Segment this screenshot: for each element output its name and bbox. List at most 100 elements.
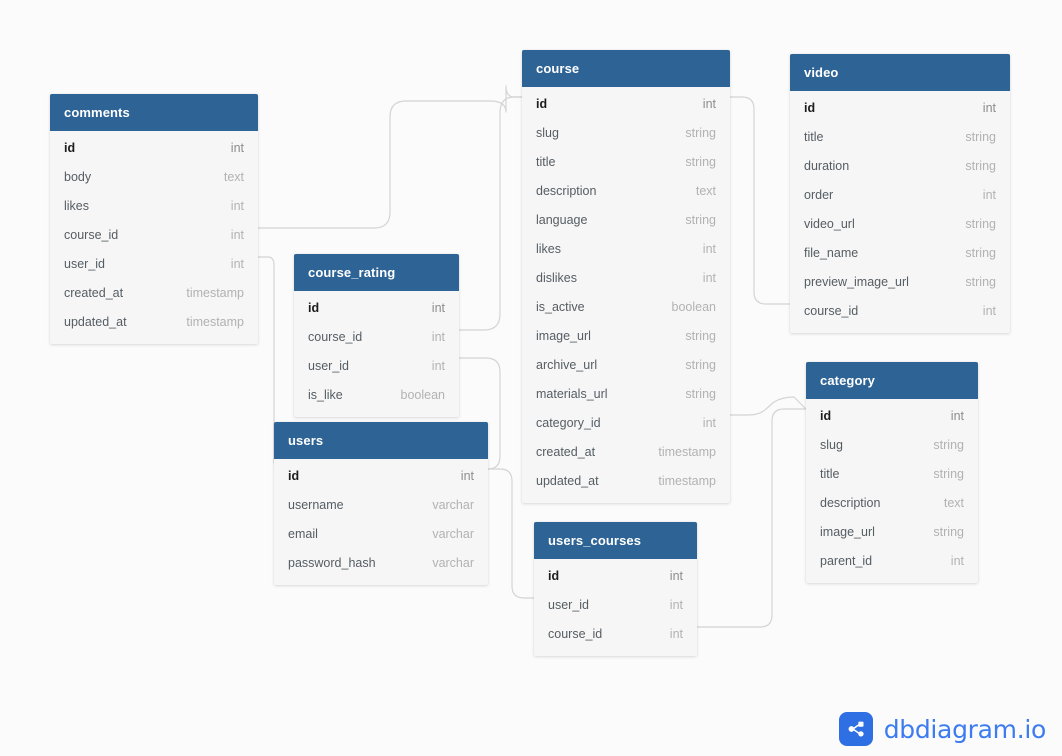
field-row[interactable]: parent_id int <box>806 546 978 575</box>
field-name: likes <box>64 198 90 213</box>
table-header-users_courses[interactable]: users_courses <box>534 522 697 559</box>
table-fields-users: id int username varchar email varchar password… <box>274 459 488 585</box>
table-header-category[interactable]: category <box>806 362 978 399</box>
field-row[interactable]: likes int <box>522 234 730 263</box>
field-type: string <box>965 216 996 231</box>
field-type: varchar <box>432 526 474 541</box>
field-type: int <box>230 227 244 242</box>
field-type: int <box>982 303 996 318</box>
field-row[interactable]: username varchar <box>274 490 488 519</box>
field-name: language <box>536 212 588 227</box>
dbdiagram-brand[interactable]: dbdiagram.io <box>838 712 1046 746</box>
table-header-video[interactable]: video <box>790 54 1010 91</box>
field-row[interactable]: likes int <box>50 191 258 220</box>
field-name: user_id <box>64 256 105 271</box>
field-row[interactable]: id int <box>294 293 459 322</box>
field-name: is_like <box>308 387 343 402</box>
table-header-course_rating[interactable]: course_rating <box>294 254 459 291</box>
table-header-comments[interactable]: comments <box>50 94 258 131</box>
table-fields-video: id int title string duration string order int vi… <box>790 91 1010 333</box>
field-row[interactable]: dislikes int <box>522 263 730 292</box>
field-type: int <box>230 256 244 271</box>
field-row[interactable]: body text <box>50 162 258 191</box>
field-row[interactable]: updated_at timestamp <box>522 466 730 495</box>
field-row[interactable]: created_at timestamp <box>522 437 730 466</box>
field-row[interactable]: id int <box>274 461 488 490</box>
field-row[interactable]: is_active boolean <box>522 292 730 321</box>
field-type: string <box>965 129 996 144</box>
field-row[interactable]: order int <box>790 180 1010 209</box>
field-type: string <box>965 274 996 289</box>
field-row[interactable]: created_at timestamp <box>50 278 258 307</box>
field-name: id <box>288 468 300 483</box>
field-row[interactable]: preview_image_url string <box>790 267 1010 296</box>
field-row[interactable]: id int <box>50 133 258 162</box>
table-users_courses[interactable]: users_courses id int user_id int course_id int <box>534 522 697 656</box>
field-row[interactable]: file_name string <box>790 238 1010 267</box>
field-row[interactable]: description text <box>806 488 978 517</box>
field-type: string <box>685 328 716 343</box>
field-name: course_id <box>308 329 363 344</box>
field-row[interactable]: duration string <box>790 151 1010 180</box>
field-name: id <box>820 408 832 423</box>
table-fields-course_rating: id int course_id int user_id int is_like boolea… <box>294 291 459 417</box>
field-row[interactable]: course_id int <box>790 296 1010 325</box>
field-row[interactable]: email varchar <box>274 519 488 548</box>
field-name: archive_url <box>536 357 598 372</box>
field-row[interactable]: description text <box>522 176 730 205</box>
field-row[interactable]: course_id int <box>50 220 258 249</box>
table-video[interactable]: video id int title string duration string order… <box>790 54 1010 333</box>
field-row[interactable]: video_url string <box>790 209 1010 238</box>
diagram-canvas[interactable]: comments id int body text likes int course_id in… <box>0 0 1062 756</box>
field-name: course_id <box>548 626 603 641</box>
field-type: int <box>702 270 716 285</box>
field-row[interactable]: image_url string <box>806 517 978 546</box>
field-type: boolean <box>671 299 717 314</box>
field-type: int <box>669 597 683 612</box>
field-row[interactable]: updated_at timestamp <box>50 307 258 336</box>
field-row[interactable]: course_id int <box>534 619 697 648</box>
field-row[interactable]: title string <box>790 122 1010 151</box>
field-row[interactable]: password_hash varchar <box>274 548 488 577</box>
field-name: id <box>308 300 320 315</box>
field-row[interactable]: title string <box>522 147 730 176</box>
field-type: int <box>669 568 683 583</box>
field-name: slug <box>820 437 843 452</box>
relationship-edge <box>257 85 523 229</box>
relationship-edge <box>729 96 791 305</box>
table-comments[interactable]: comments id int body text likes int course_id in… <box>50 94 258 344</box>
field-row[interactable]: user_id int <box>50 249 258 278</box>
table-course_rating[interactable]: course_rating id int course_id int user_id int… <box>294 254 459 417</box>
field-row[interactable]: id int <box>790 93 1010 122</box>
field-row[interactable]: slug string <box>522 118 730 147</box>
field-type: varchar <box>432 497 474 512</box>
field-row[interactable]: id int <box>534 561 697 590</box>
field-row[interactable]: id int <box>522 89 730 118</box>
field-type: boolean <box>400 387 446 402</box>
field-row[interactable]: course_id int <box>294 322 459 351</box>
field-row[interactable]: image_url string <box>522 321 730 350</box>
field-row[interactable]: category_id int <box>522 408 730 437</box>
field-row[interactable]: materials_url string <box>522 379 730 408</box>
table-users[interactable]: users id int username varchar email varchar pas… <box>274 422 488 585</box>
field-row[interactable]: archive_url string <box>522 350 730 379</box>
table-header-course[interactable]: course <box>522 50 730 87</box>
field-row[interactable]: is_like boolean <box>294 380 459 409</box>
field-row[interactable]: language string <box>522 205 730 234</box>
field-row[interactable]: user_id int <box>294 351 459 380</box>
field-row[interactable]: title string <box>806 459 978 488</box>
field-type: timestamp <box>658 444 716 459</box>
field-type: text <box>943 495 964 510</box>
field-name: likes <box>536 241 562 256</box>
field-row[interactable]: user_id int <box>534 590 697 619</box>
table-header-users[interactable]: users <box>274 422 488 459</box>
table-category[interactable]: category id int slug string title string descri… <box>806 362 978 583</box>
relationship-edge <box>729 396 807 416</box>
field-type: string <box>965 158 996 173</box>
table-course[interactable]: course id int slug string title string descript… <box>522 50 730 503</box>
field-name: course_id <box>804 303 859 318</box>
field-row[interactable]: id int <box>806 401 978 430</box>
field-type: int <box>702 415 716 430</box>
field-row[interactable]: slug string <box>806 430 978 459</box>
field-name: image_url <box>536 328 591 343</box>
